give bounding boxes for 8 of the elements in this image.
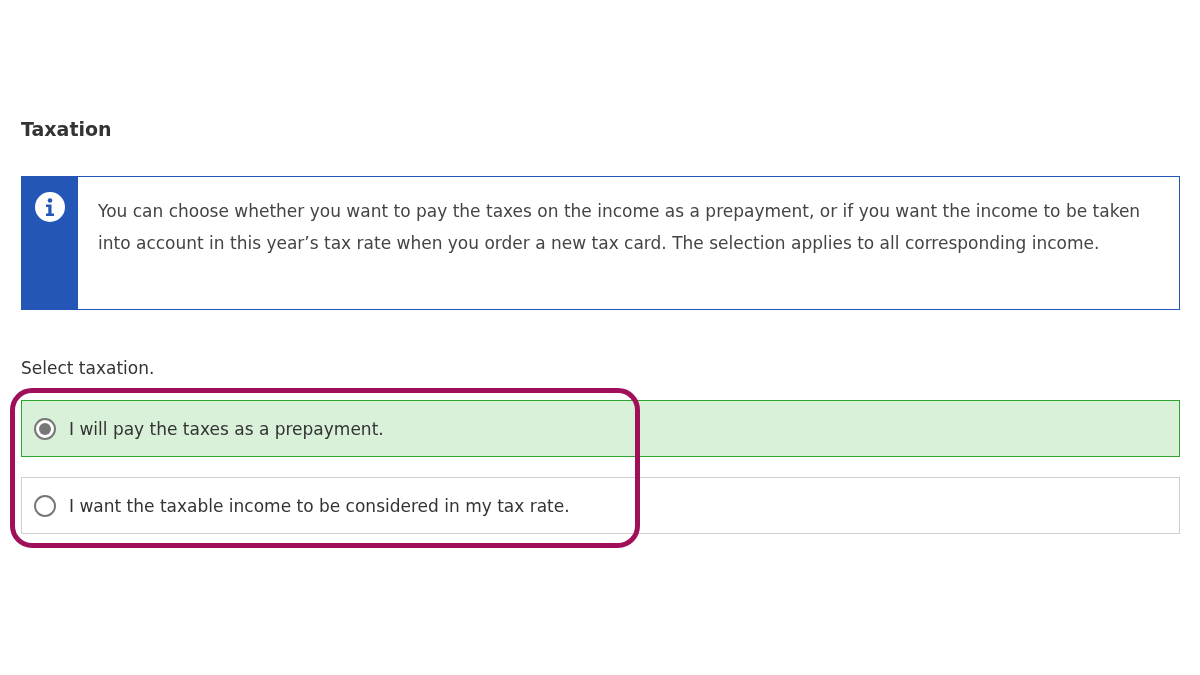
radio-icon [34,494,56,517]
radio-icon [34,417,56,440]
question-label: Select taxation. [21,358,156,378]
info-text: You can choose whether you want to pay the taxes on the income as a prepayment, or if you want the income to be taken into account in this year’s tax rate when you order a new tax card. The selection applies to all corresponding income. [97,200,1142,255]
section-heading: Taxation [21,118,113,140]
radio-option[interactable]: I want the taxable income to be considered in my tax rate. [21,477,1180,534]
radio-option[interactable]: I will pay the taxes as a prepayment. [21,400,1180,457]
info-icon [35,192,65,222]
